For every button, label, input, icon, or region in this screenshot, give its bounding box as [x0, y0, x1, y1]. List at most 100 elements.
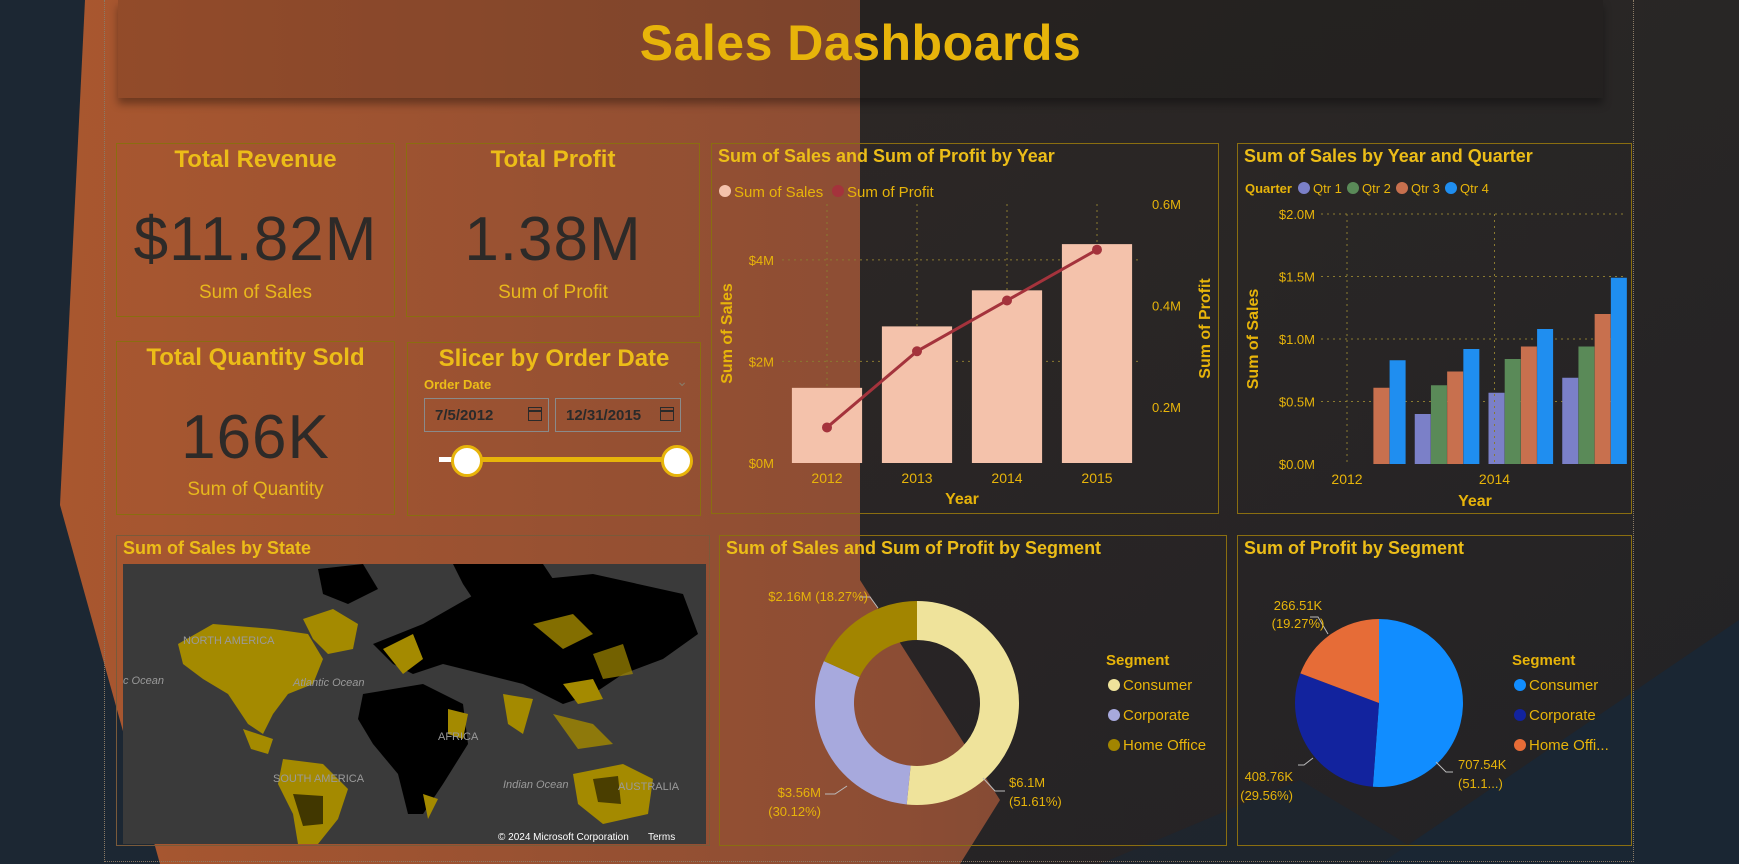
legend-label: Qtr 1 — [1313, 181, 1342, 196]
end-date-input[interactable]: 12/31/2015 — [555, 398, 681, 432]
y-tick-label: $0.0M — [1279, 457, 1315, 472]
profit-point-2015 — [1092, 244, 1102, 255]
bar-2015-qtr3 — [1594, 314, 1611, 464]
legend-marker — [1347, 182, 1359, 194]
x-axis-title: Year — [945, 491, 979, 508]
y-tick-label: $1.0M — [1279, 332, 1315, 347]
legend-marker — [1514, 709, 1526, 721]
y2-tick-label: 0.2M — [1152, 400, 1181, 415]
bar-2013-qtr1 — [1414, 414, 1431, 464]
bar-2015-qtr1 — [1562, 377, 1579, 464]
legend-label: Home Office — [1123, 737, 1206, 754]
map-label: NORTH AMERICA — [183, 635, 275, 647]
bar-2014-qtr3 — [1520, 346, 1537, 464]
legend-title: Quarter — [1245, 181, 1292, 196]
sales-profit-by-segment-svg: $6.1M (51.61%) $3.56M (30.12%) $2.16M (18.27… — [768, 589, 1206, 819]
map-terms-link[interactable]: Terms — [648, 832, 675, 843]
data-label: $2.16M (18.27%) — [768, 589, 868, 604]
sales-by-state-map[interactable]: Sum of Sales by State NORTH AMERICA Atla… — [116, 535, 710, 846]
legend-label: Qtr 3 — [1411, 181, 1440, 196]
legend-label: Corporate — [1529, 707, 1596, 724]
bar-2014-qtr2 — [1504, 359, 1521, 464]
kpi-value: 1.38M — [464, 205, 642, 274]
profit-by-segment-chart[interactable]: Sum of Profit by Segment 707.54K (51.1...… — [1237, 535, 1632, 846]
kpi-total-profit[interactable]: Total Profit 1.38M Sum of Profit — [406, 143, 700, 317]
profit-by-segment-svg: 707.54K (51.1...) 408.76K (29.56%) 266.51K (1… — [1240, 598, 1609, 803]
data-label: $6.1M — [1009, 775, 1045, 790]
slicer-title: Slicer by Order Date — [438, 345, 670, 372]
map-label: c Ocean — [123, 675, 164, 687]
chart-title: Sum of Sales by State — [123, 538, 312, 558]
y2-tick-label: 0.6M — [1152, 197, 1181, 212]
title-bar: Sales Dashboards — [118, 0, 1603, 98]
x-axis-title: Year — [1458, 493, 1492, 510]
sales-profit-by-year-svg: Sum of Sales Sum of Profit $0M $2M $4M 0.2M 0.… — [719, 184, 1214, 508]
y-tick-label: $2M — [749, 354, 774, 369]
map-label: AUSTRALIA — [618, 781, 680, 793]
data-label: (30.12%) — [768, 804, 821, 819]
bar-2012-qtr3 — [1373, 387, 1390, 464]
x-tick-label: 2014 — [1479, 471, 1510, 487]
calendar-icon[interactable] — [528, 407, 542, 421]
date-range-slider[interactable] — [455, 457, 665, 462]
y-tick-label: $4M — [749, 253, 774, 268]
y2-tick-label: 0.4M — [1152, 299, 1181, 314]
x-tick-label: 2013 — [901, 470, 932, 486]
legend-marker — [1108, 679, 1120, 691]
chevron-down-icon[interactable]: ⌄ — [676, 373, 688, 390]
start-date-input[interactable]: 7/5/2012 — [424, 398, 549, 432]
pie-slice-consumer — [1372, 619, 1463, 787]
data-label: (29.56%) — [1240, 788, 1293, 803]
map-label: AFRICA — [438, 731, 479, 743]
profit-line — [826, 248, 1098, 429]
legend-marker — [1396, 182, 1408, 194]
x-tick-label: 2012 — [1331, 471, 1362, 487]
legend-marker — [1445, 182, 1457, 194]
bar-2014-qtr1 — [1488, 392, 1505, 464]
x-tick-label: 2012 — [811, 470, 842, 486]
map-label: SOUTH AMERICA — [273, 773, 365, 785]
bar-2013-qtr2 — [1430, 385, 1447, 464]
leader-line — [1435, 761, 1453, 773]
world-map[interactable]: NORTH AMERICA Atlantic Ocean c Ocean AFR… — [123, 564, 706, 844]
slicer-label: Order Date — [424, 377, 492, 392]
x-tick-label: 2015 — [1081, 470, 1112, 486]
y-axis-title: Sum of Sales — [1245, 289, 1262, 390]
start-date-value: 7/5/2012 — [435, 407, 494, 424]
kpi-title: Total Revenue — [174, 146, 337, 173]
legend-title: Segment — [1512, 652, 1575, 669]
sales-profit-by-year-chart[interactable]: Sum of Sales and Sum of Profit by Year S… — [711, 143, 1219, 514]
kpi-total-revenue[interactable]: Total Revenue $11.82M Sum of Sales — [116, 143, 395, 317]
kpi-title: Total Profit — [490, 146, 616, 173]
slider-start-handle[interactable] — [451, 445, 483, 477]
sales-by-year-quarter-svg: Quarter Qtr 1 Qtr 2 Qtr 3 Qtr 4 $0.0M $0.5M $1.… — [1245, 181, 1627, 510]
kpi-total-quantity[interactable]: Total Quantity Sold 166K Sum of Quantity — [116, 341, 395, 515]
leader-line — [982, 777, 1005, 792]
map-label: Atlantic Ocean — [292, 677, 365, 689]
slider-end-handle[interactable] — [661, 445, 693, 477]
legend-label: Sum of Profit — [847, 184, 935, 201]
sales-by-year-quarter-chart[interactable]: Sum of Sales by Year and Quarter Quarter… — [1237, 143, 1632, 514]
x-tick-label: 2014 — [991, 470, 1022, 486]
kpi-subtitle: Sum of Sales — [199, 282, 312, 303]
sales-profit-by-segment-chart[interactable]: Sum of Sales and Sum of Profit by Segmen… — [719, 535, 1227, 846]
legend-marker — [1108, 709, 1120, 721]
end-date-value: 12/31/2015 — [566, 407, 642, 424]
legend-marker — [1514, 679, 1526, 691]
bar-2013-qtr3 — [1447, 371, 1464, 464]
donut-slice-home-office — [823, 601, 917, 678]
map-label: Indian Ocean — [503, 779, 568, 791]
data-label: 266.51K — [1274, 598, 1323, 613]
y-tick-label: $1.5M — [1279, 270, 1315, 285]
legend-marker — [832, 185, 844, 197]
legend-label: Consumer — [1529, 677, 1598, 694]
legend-label: Consumer — [1123, 677, 1192, 694]
legend-title: Segment — [1106, 652, 1169, 669]
map-copyright: © 2024 Microsoft Corporation — [498, 832, 629, 843]
data-label: 707.54K — [1458, 757, 1507, 772]
donut-slice-consumer — [906, 601, 1020, 805]
data-label: (19.27%) — [1272, 616, 1325, 631]
bar-sales-2015 — [1061, 244, 1133, 463]
calendar-icon[interactable] — [660, 407, 674, 421]
bar-2014-qtr4 — [1537, 329, 1554, 464]
